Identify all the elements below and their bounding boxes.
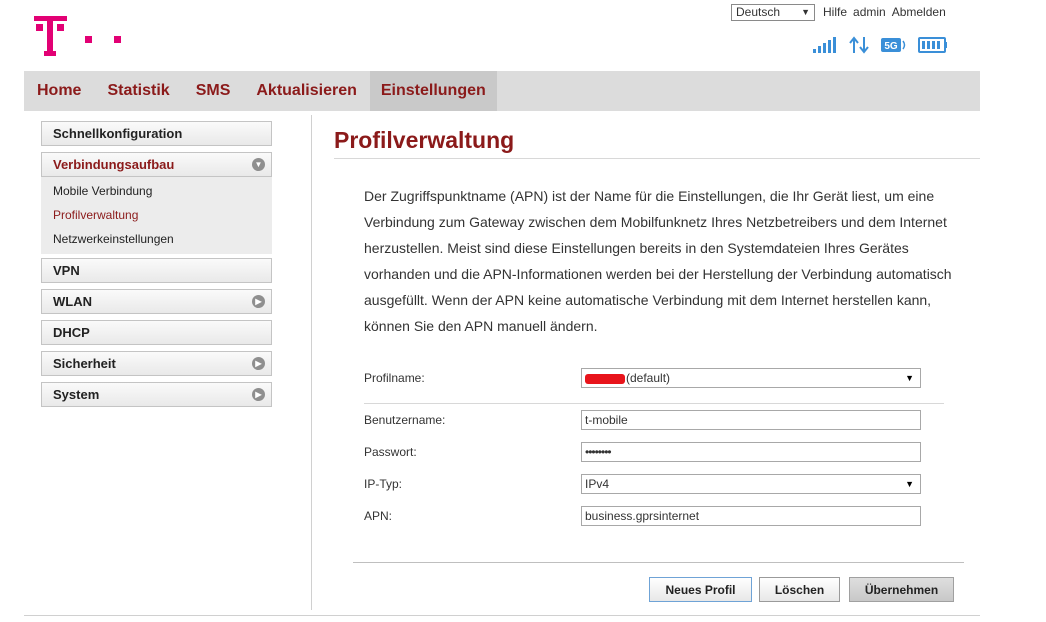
page-description: Der Zugriffspunktname (APN) ist der Name… <box>364 188 952 334</box>
nav-statistik[interactable]: Statistik <box>94 71 182 111</box>
chevron-down-icon: ▼ <box>905 479 914 489</box>
logout-link[interactable]: Abmelden <box>892 5 946 19</box>
nav-einstellungen[interactable]: Einstellungen <box>369 71 497 111</box>
chevron-down-icon: ▼ <box>905 373 914 383</box>
button-divider <box>353 562 964 563</box>
nav-sms[interactable]: SMS <box>183 71 244 111</box>
sidebar-subitem-mobile-verbindung[interactable]: Mobile Verbindung <box>41 179 272 203</box>
sidebar-item-verbindungsaufbau[interactable]: Verbindungsaufbau ▼ <box>41 152 272 177</box>
sidebar-item-system[interactable]: System ▶ <box>41 382 272 407</box>
nav-home[interactable]: Home <box>24 71 94 111</box>
chevron-down-icon: ▼ <box>801 7 810 17</box>
battery-icon <box>918 37 947 53</box>
sidebar-item-label: Verbindungsaufbau <box>53 157 175 172</box>
signal-strength-icon <box>813 37 836 53</box>
help-link[interactable]: Hilfe <box>823 5 847 19</box>
t-logo-icon <box>34 16 121 56</box>
profilname-value-wrap: (default) <box>585 371 670 385</box>
sidebar-item-label: System <box>53 387 100 402</box>
language-value: Deutsch <box>736 5 781 19</box>
data-transfer-icon <box>849 36 869 54</box>
expand-icon: ▶ <box>252 295 265 308</box>
status-icons: 5G <box>812 36 948 54</box>
benutzername-label: Benutzername: <box>364 413 446 427</box>
passwort-label: Passwort: <box>364 445 417 459</box>
svg-text:5G: 5G <box>884 41 898 52</box>
expand-icon: ▶ <box>252 357 265 370</box>
new-profile-button[interactable]: Neues Profil <box>649 577 752 602</box>
sidebar-item-label: DHCP <box>53 325 90 340</box>
redaction-mark <box>585 373 625 384</box>
sidebar: Schnellkonfiguration Verbindungsaufbau ▼… <box>41 121 272 413</box>
top-bar: Deutsch ▼ Hilfe admin Abmelden <box>731 3 952 21</box>
main-nav: Home Statistik SMS Aktualisieren Einstel… <box>24 71 980 111</box>
passwort-input[interactable]: •••••••• <box>581 442 921 462</box>
admin-link[interactable]: admin <box>853 5 886 19</box>
apn-input[interactable]: business.gprsinternet <box>581 506 921 526</box>
profilname-value: (default) <box>626 371 671 385</box>
iptyp-label: IP-Typ: <box>364 477 403 491</box>
sidebar-item-dhcp[interactable]: DHCP <box>41 320 272 345</box>
content-divider <box>311 115 312 610</box>
title-divider <box>334 158 980 159</box>
footer-divider <box>24 615 980 616</box>
benutzername-input[interactable]: t-mobile <box>581 410 921 430</box>
sidebar-item-label: Schnellkonfiguration <box>53 126 183 141</box>
sidebar-item-sicherheit[interactable]: Sicherheit ▶ <box>41 351 272 376</box>
page-title: Profilverwaltung <box>334 127 515 153</box>
apply-button[interactable]: Übernehmen <box>849 577 954 602</box>
iptyp-select[interactable]: IPv4 ▼ <box>581 474 921 494</box>
sidebar-submenu: Mobile Verbindung Profilverwaltung Netzw… <box>41 177 272 254</box>
profilname-label: Profilname: <box>364 371 425 385</box>
sidebar-item-label: Sicherheit <box>53 356 116 371</box>
expand-icon: ▶ <box>252 388 265 401</box>
sidebar-subitem-profilverwaltung[interactable]: Profilverwaltung <box>41 203 272 227</box>
sidebar-item-label: WLAN <box>53 294 92 309</box>
sidebar-item-label: VPN <box>53 263 80 278</box>
nav-aktualisieren[interactable]: Aktualisieren <box>243 71 369 111</box>
collapse-icon: ▼ <box>252 158 265 171</box>
5g-network-icon: 5G <box>881 38 906 52</box>
language-select[interactable]: Deutsch ▼ <box>731 3 815 21</box>
profilname-select[interactable]: (default) ▼ <box>581 368 921 388</box>
iptyp-value: IPv4 <box>585 477 610 491</box>
sidebar-subitem-netzwerkeinstellungen[interactable]: Netzwerkeinstellungen <box>41 227 272 251</box>
sidebar-item-schnellkonfiguration[interactable]: Schnellkonfiguration <box>41 121 272 146</box>
delete-button[interactable]: Löschen <box>759 577 840 602</box>
form-divider <box>364 403 944 404</box>
apn-label: APN: <box>364 509 393 523</box>
sidebar-item-vpn[interactable]: VPN <box>41 258 272 283</box>
sidebar-item-wlan[interactable]: WLAN ▶ <box>41 289 272 314</box>
